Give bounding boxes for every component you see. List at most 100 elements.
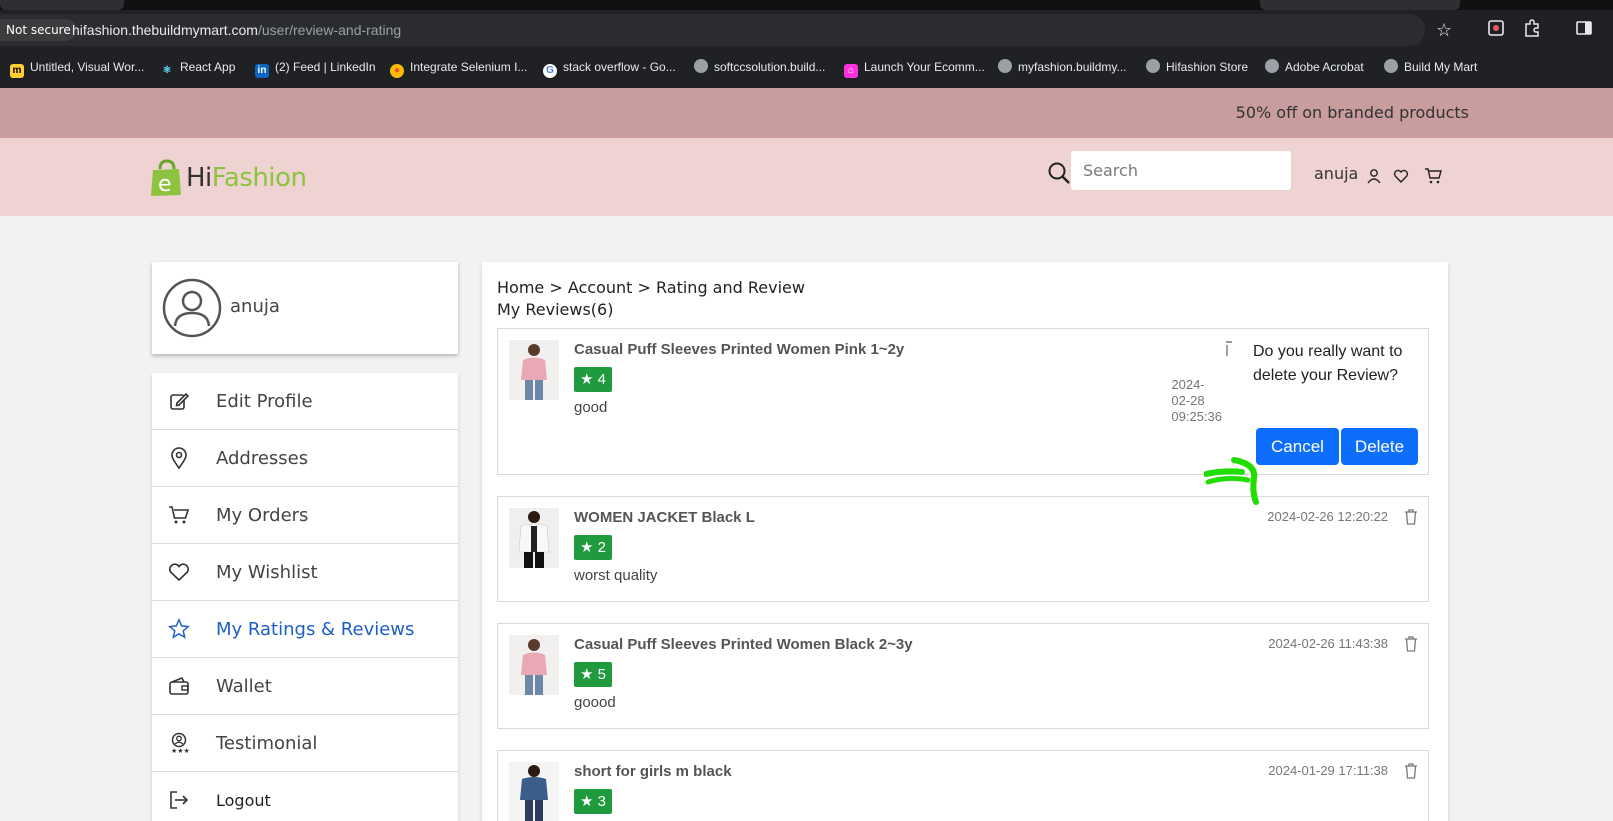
- review-product-title[interactable]: Casual Puff Sleeves Printed Women Pink 1…: [574, 341, 904, 358]
- tab[interactable]: [0, 0, 124, 10]
- globe-icon: [998, 59, 1012, 73]
- bookmark-item[interactable]: myfashion.buildmy...: [998, 54, 1127, 80]
- bookmark-item[interactable]: ⚛ React App: [160, 54, 236, 80]
- star-icon: ★: [580, 371, 594, 388]
- security-badge[interactable]: Not secure: [0, 19, 77, 41]
- review-product-title[interactable]: Casual Puff Sleeves Printed Women Black …: [574, 636, 913, 653]
- delete-button[interactable]: Delete: [1341, 428, 1418, 465]
- logo[interactable]: e HiFashion: [150, 158, 307, 198]
- star-icon: ★: [580, 666, 594, 683]
- bookmark-item[interactable]: Gstack overflow - Go...: [543, 54, 676, 80]
- star-icon: [168, 618, 190, 640]
- bookmark-item[interactable]: Adobe Acrobat: [1265, 54, 1364, 80]
- menu-item-edit-profile[interactable]: Edit Profile: [152, 373, 458, 430]
- linkedin-icon: in: [255, 64, 269, 78]
- user-icon[interactable]: [1366, 168, 1382, 188]
- puzzle-icon[interactable]: [1522, 19, 1542, 39]
- globe-icon: [1146, 59, 1160, 73]
- menu-item-my-ratings-reviews[interactable]: My Ratings & Reviews: [152, 601, 458, 658]
- page-title: My Reviews(6): [497, 300, 614, 319]
- edit-icon: [168, 390, 190, 412]
- search-input[interactable]: [1071, 151, 1291, 190]
- review-date: 2024-02-26 12:20:22: [1267, 509, 1388, 524]
- wishlist-heart-icon[interactable]: [1393, 168, 1409, 188]
- trash-icon[interactable]: [1404, 636, 1418, 652]
- cart-icon[interactable]: [1424, 167, 1442, 189]
- tab[interactable]: [1260, 0, 1460, 10]
- heart-icon: [168, 561, 190, 583]
- header-username[interactable]: anuja: [1314, 164, 1358, 183]
- trash-icon[interactable]: [1404, 509, 1418, 525]
- profile-name: anuja: [230, 296, 280, 317]
- bookmark-item[interactable]: Hifashion Store: [1146, 54, 1248, 80]
- cart-icon: [168, 504, 190, 526]
- testimonial-icon: ★★★: [168, 732, 190, 754]
- review-card: WOMEN JACKET Black L ★ 2 worst quality 2…: [497, 496, 1429, 602]
- extension-icon[interactable]: [1486, 19, 1506, 39]
- location-pin-icon: [168, 447, 190, 469]
- product-image[interactable]: [509, 340, 559, 400]
- product-image[interactable]: [509, 508, 559, 568]
- rating-badge: ★ 3: [574, 789, 612, 814]
- search-icon[interactable]: [1047, 161, 1071, 185]
- promo-text: 50% off on branded products: [1235, 103, 1469, 122]
- menu-item-logout[interactable]: Logout: [152, 772, 458, 821]
- svg-text:e: e: [158, 172, 172, 197]
- globe-icon: [1384, 59, 1398, 73]
- trash-icon[interactable]: [1404, 763, 1418, 779]
- bookmark-item[interactable]: in (2) Feed | LinkedIn: [255, 54, 376, 80]
- globe-icon: [694, 59, 708, 73]
- review-text: goood: [574, 694, 616, 711]
- product-image[interactable]: [509, 762, 559, 821]
- url-text[interactable]: hifashion.thebuildmymart.com/user/review…: [72, 14, 401, 46]
- review-text: worst quality: [574, 567, 658, 584]
- svg-text:★★★: ★★★: [171, 747, 190, 754]
- site-header: e HiFashion anuja: [0, 138, 1613, 216]
- shop-icon: ⌂: [844, 64, 858, 78]
- rating-badge: ★ 5: [574, 662, 612, 687]
- bookmark-item[interactable]: ⌂ Launch Your Ecomm...: [844, 54, 985, 80]
- react-icon: ⚛: [162, 65, 172, 76]
- browser-chrome: Not secure hifashion.thebuildmymart.com/…: [0, 0, 1613, 88]
- chrome-icon: ●: [390, 64, 404, 78]
- wallet-icon: [168, 675, 190, 697]
- confirm-message: Do you really want to delete your Review…: [1253, 343, 1403, 384]
- trash-icon[interactable]: [1224, 341, 1238, 357]
- review-text: good: [574, 399, 608, 416]
- review-card: short for girls m black ★ 3 2024-01-29 1…: [497, 750, 1429, 821]
- bookmark-item[interactable]: Build My Mart: [1384, 54, 1477, 80]
- url-path: /user/review-and-rating: [257, 22, 402, 38]
- rating-badge: ★ 2: [574, 535, 612, 560]
- menu-item-addresses[interactable]: Addresses: [152, 430, 458, 487]
- bookmarks-bar: m Untitled, Visual Wor... ⚛ React App in (2…: [0, 54, 1613, 80]
- menu-item-my-orders[interactable]: My Orders: [152, 487, 458, 544]
- menu-item-wallet[interactable]: Wallet: [152, 658, 458, 715]
- product-image[interactable]: [509, 635, 559, 695]
- bookmark-item[interactable]: softccsolution.build...: [694, 54, 825, 80]
- url-host: hifashion.thebuildmymart.com: [72, 22, 258, 38]
- breadcrumb[interactable]: Home > Account > Rating and Review: [497, 278, 805, 297]
- promo-bar: 50% off on branded products: [0, 88, 1613, 138]
- shopping-bag-logo-icon: e: [150, 159, 182, 197]
- star-icon: ★: [580, 793, 594, 810]
- menu-item-testimonial[interactable]: ★★★ Testimonial: [152, 715, 458, 772]
- annotation-arrow-icon: [1203, 454, 1274, 510]
- bookmark-item[interactable]: m Untitled, Visual Wor...: [10, 54, 144, 80]
- sidepanel-icon[interactable]: [1574, 19, 1594, 39]
- delete-confirm-popover: Do you really want to delete your Review…: [1240, 330, 1418, 474]
- address-bar[interactable]: Not secure hifashion.thebuildmymart.com/…: [0, 14, 1425, 46]
- miro-icon: m: [10, 64, 24, 78]
- logout-icon: [168, 789, 190, 811]
- review-date: 2024-01-29 17:11:38: [1268, 763, 1388, 778]
- review-product-title[interactable]: short for girls m black: [574, 763, 732, 780]
- review-date: 2024- 02-28 09:25:36: [1171, 377, 1222, 424]
- bookmark-item[interactable]: ● Integrate Selenium I...: [390, 54, 527, 80]
- review-card: Casual Puff Sleeves Printed Women Black …: [497, 623, 1429, 729]
- globe-icon: [1265, 59, 1279, 73]
- rating-badge: ★ 4: [574, 367, 612, 392]
- star-icon: ★: [580, 539, 594, 556]
- avatar-icon: [162, 278, 222, 338]
- menu-item-my-wishlist[interactable]: My Wishlist: [152, 544, 458, 601]
- bookmark-star-icon[interactable]: ☆: [1436, 20, 1452, 41]
- review-product-title[interactable]: WOMEN JACKET Black L: [574, 509, 755, 526]
